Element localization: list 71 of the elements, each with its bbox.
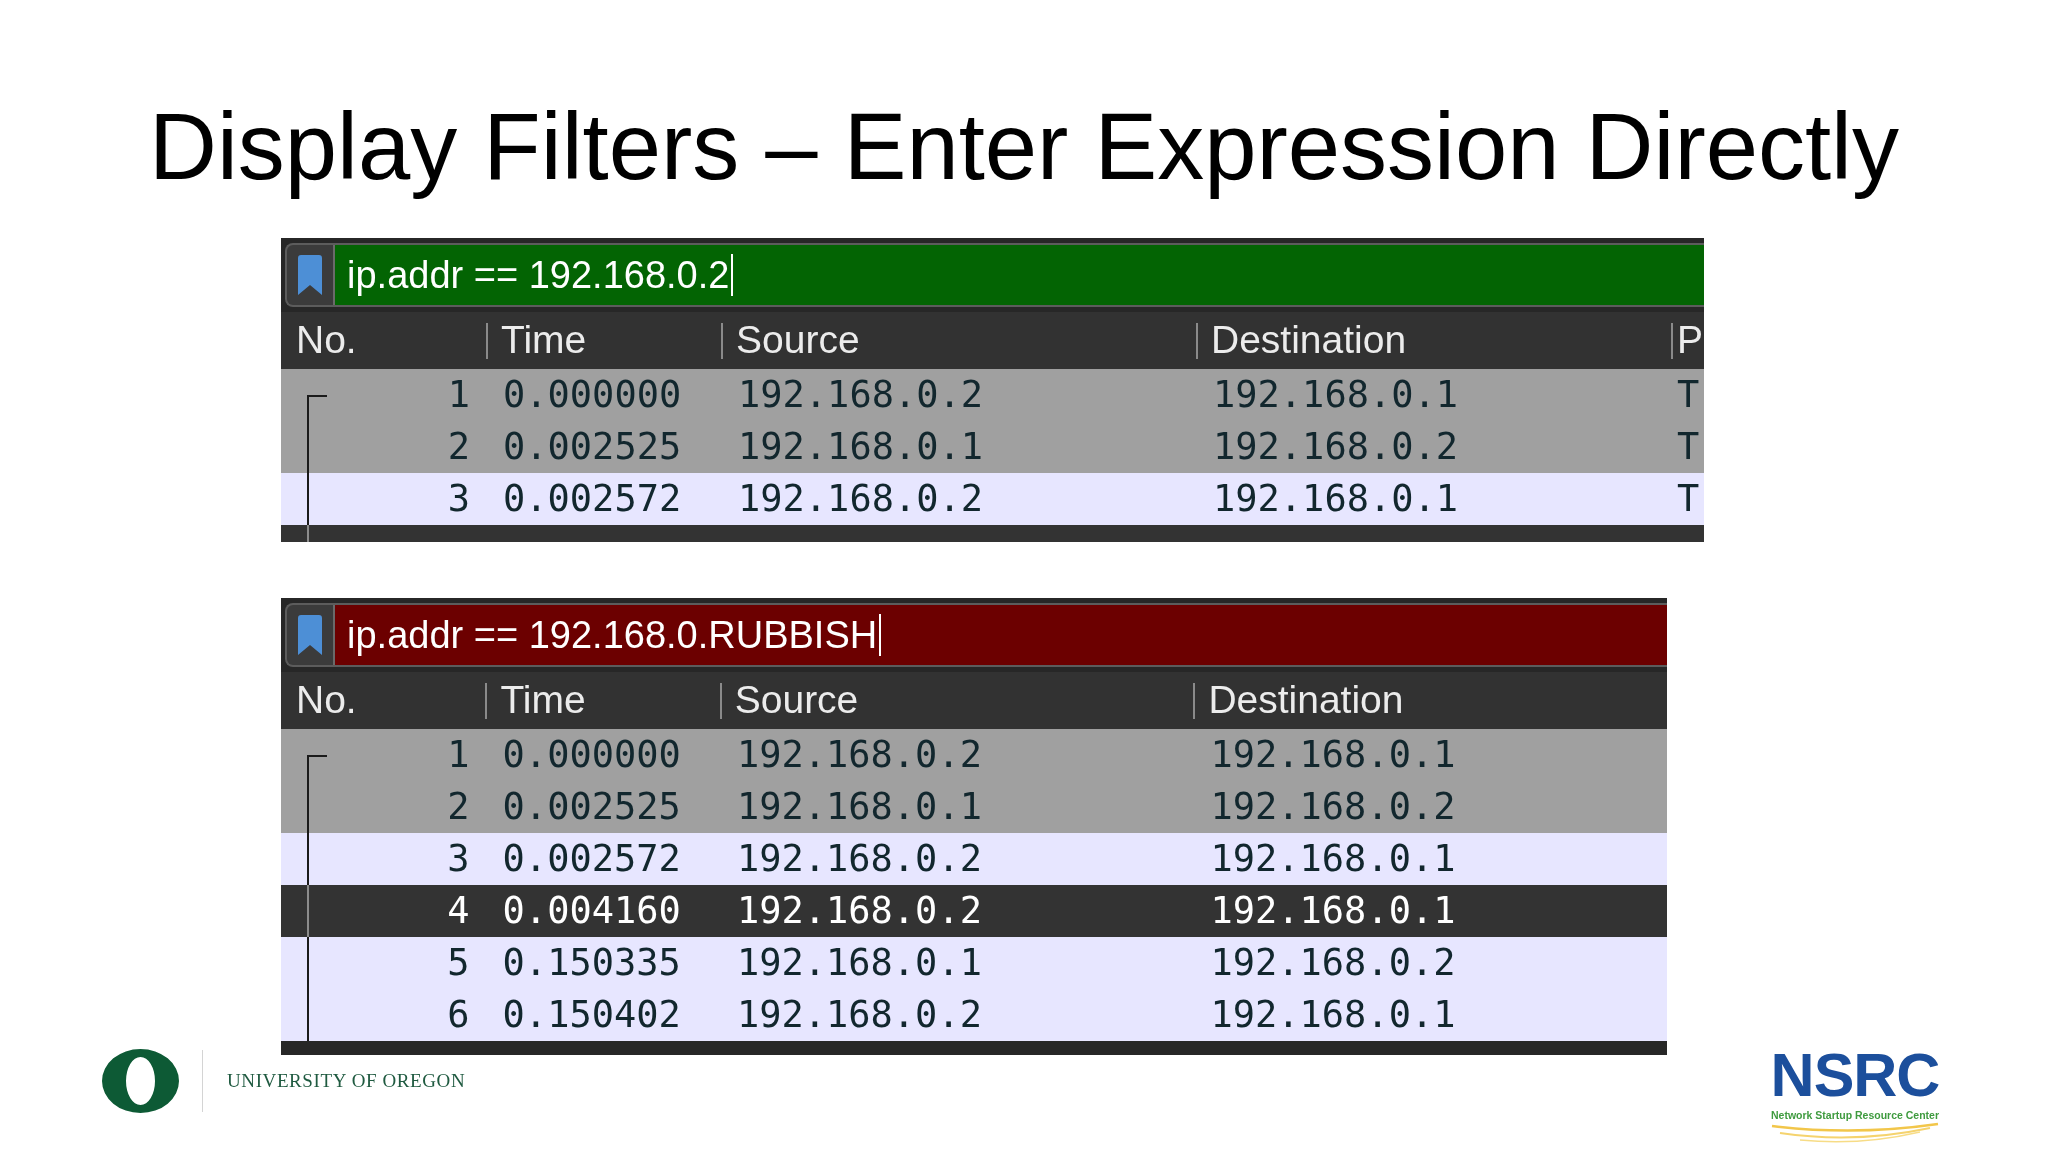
column-header[interactable]: Source: [721, 312, 1196, 370]
table-cell-text: 192.168.0.2: [737, 476, 985, 523]
filter-field[interactable]: ip.addr == 192.168.0.RUBBISH: [335, 605, 1667, 666]
table-cell-text: 192.168.0.1: [1209, 836, 1457, 883]
column-header[interactable]: No.: [281, 312, 486, 370]
table-cell-text: 192.168.0.2: [735, 992, 983, 1039]
bookmark-icon: [298, 255, 322, 296]
table-cell-text: 0.000000: [502, 372, 683, 419]
table-cell-text: T: [1676, 476, 1701, 523]
column-header[interactable]: Time: [486, 312, 721, 370]
packet-row[interactable]: [281, 525, 1704, 543]
packet-row[interactable]: 4 0.004160 192.168.0.2 192.168.0.1: [281, 885, 1667, 938]
table-cell-text: 4: [446, 888, 471, 935]
packet-row[interactable]: 6 0.150402 192.168.0.2 192.168.0.1: [281, 989, 1667, 1042]
table-cell-text: 192.168.0.2: [1209, 784, 1457, 831]
table-cell-text: 192.168.0.2: [735, 732, 983, 779]
table-cell-text: T: [1676, 372, 1701, 419]
table-cell-text: 192.168.0.2: [1212, 424, 1460, 471]
column-header[interactable]: Source: [719, 672, 1194, 730]
packet-row[interactable]: 5 0.150335 192.168.0.1 192.168.0.2: [281, 937, 1667, 990]
table-cell-text: 0.150335: [501, 940, 682, 987]
table-cell-text: 0.002572: [501, 836, 682, 883]
table-cell-text: 6: [446, 992, 471, 1039]
packet-row[interactable]: 3 0.002572 192.168.0.2 192.168.0.1: [281, 833, 1667, 886]
university-name: UNIVERSITY OF OREGON: [227, 1068, 466, 1093]
table-cell-text: 2: [446, 784, 471, 831]
column-header[interactable]: Time: [485, 672, 720, 730]
logo-text: NSRC: [1770, 1045, 1940, 1107]
table-cell-text: 192.168.0.1: [1209, 888, 1457, 935]
table-cell-text: 0.002525: [501, 784, 682, 831]
filter-field[interactable]: ip.addr == 192.168.0.2: [335, 245, 1704, 306]
packet-row[interactable]: 1 0.000000 192.168.0.2 192.168.0.1 T: [281, 369, 1704, 422]
packet-row[interactable]: 2 0.002525 192.168.0.1 192.168.0.2 T: [281, 421, 1704, 474]
table-cell-text: 192.168.0.1: [1209, 732, 1457, 779]
table-cell-text: 5: [446, 940, 471, 987]
logo-tagline: Network Startup Resource Center: [1770, 1109, 1939, 1123]
table-cell-text: 1: [446, 732, 471, 779]
table-cell-text: 0.004160: [501, 888, 682, 935]
table-cell-text: 192.168.0.2: [735, 888, 983, 935]
table-cell-text: 192.168.0.2: [1209, 940, 1457, 987]
packet-row[interactable]: 2 0.002525 192.168.0.1 192.168.0.2: [281, 781, 1667, 834]
table-cell-text: 192.168.0.1: [1212, 372, 1460, 419]
packet-row[interactable]: 1 0.000000 192.168.0.2 192.168.0.1: [281, 729, 1667, 782]
packet-row[interactable]: 3 0.002572 192.168.0.2 192.168.0.1 T: [281, 473, 1704, 526]
swoosh-icon: [1770, 1122, 1940, 1145]
table-cell-text: 192.168.0.1: [1212, 476, 1460, 523]
table-cell-text: 192.168.0.1: [735, 940, 983, 987]
table-cell-text: T: [1676, 424, 1701, 471]
table-cell-text: 1: [446, 372, 471, 419]
column-header[interactable]: Destination: [1196, 312, 1671, 370]
table-cell-text: 3: [446, 836, 471, 883]
table-cell-text: 0.000000: [501, 732, 682, 779]
table-cell-text: 192.168.0.1: [1209, 992, 1457, 1039]
column-header[interactable]: P: [1671, 312, 1704, 370]
table-cell-text: 192.168.0.2: [735, 836, 983, 883]
table-cell-text: 0.150402: [501, 992, 682, 1039]
column-header[interactable]: Destination: [1193, 672, 1667, 730]
bracket-line-icon: [307, 395, 327, 543]
table-cell-text: 3: [446, 476, 471, 523]
table-cell-text: 2: [446, 424, 471, 471]
bookmark-icon: [298, 615, 322, 656]
table-cell-text: 192.168.0.2: [737, 372, 985, 419]
oval-ring-icon: [102, 1049, 179, 1114]
table-cell-text: 0.002572: [502, 476, 683, 523]
text-cursor-icon: [731, 254, 734, 297]
table-cell-text: 192.168.0.1: [737, 424, 985, 471]
table-cell-text: 192.168.0.1: [735, 784, 983, 831]
slide-title: Display Filters – Enter Expression Directly: [149, 93, 1899, 201]
table-cell-text: 0.002525: [502, 424, 683, 471]
text-cursor-icon: [879, 614, 882, 657]
column-header[interactable]: No.: [281, 672, 486, 730]
